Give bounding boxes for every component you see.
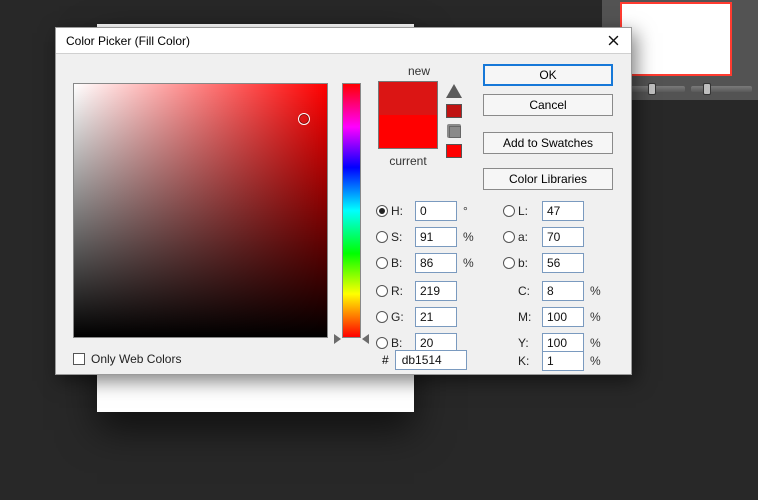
- input-bb[interactable]: [542, 253, 584, 273]
- ok-button[interactable]: OK: [483, 64, 613, 86]
- input-l[interactable]: [542, 201, 584, 221]
- color-preview: [378, 81, 438, 149]
- dialog-content: new current OK Cancel Add to Swatches Co…: [56, 54, 631, 374]
- hash-label: #: [382, 353, 389, 367]
- label-s: S:: [391, 230, 409, 244]
- mini-slider-track[interactable]: [624, 86, 685, 92]
- unit-pct-y: %: [590, 336, 606, 350]
- hue-pointer-left-icon[interactable]: [334, 334, 341, 344]
- mini-slider-track-2[interactable]: [691, 86, 752, 92]
- saturation-value-field[interactable]: [73, 83, 328, 338]
- label-l: L:: [518, 204, 536, 218]
- input-m[interactable]: [542, 307, 584, 327]
- websafe-corrected-swatch[interactable]: [446, 144, 462, 158]
- mini-slider-thumb-2[interactable]: [703, 83, 711, 95]
- row-l: L:: [503, 200, 584, 222]
- input-c[interactable]: [542, 281, 584, 301]
- radio-g[interactable]: [376, 311, 388, 323]
- only-web-colors-checkbox[interactable]: [73, 353, 85, 365]
- dialog-title: Color Picker (Fill Color): [66, 34, 190, 48]
- row-r: R:: [376, 280, 457, 302]
- label-g: G:: [391, 310, 409, 324]
- unit-deg: °: [463, 204, 479, 218]
- mini-slider-thumb[interactable]: [648, 83, 656, 95]
- hex-row: #: [382, 350, 467, 370]
- input-k[interactable]: [542, 351, 584, 371]
- color-picker-dialog: Color Picker (Fill Color) new current OK…: [55, 27, 632, 375]
- unit-pct-c: %: [590, 284, 606, 298]
- current-color-label: current: [378, 154, 438, 168]
- radio-l[interactable]: [503, 205, 515, 217]
- close-button[interactable]: [603, 31, 623, 51]
- only-web-colors-row: Only Web Colors: [73, 352, 181, 366]
- color-libraries-button[interactable]: Color Libraries: [483, 168, 613, 190]
- add-to-swatches-button[interactable]: Add to Swatches: [483, 132, 613, 154]
- row-g: G:: [376, 306, 457, 328]
- radio-bb[interactable]: [503, 257, 515, 269]
- current-color-swatch[interactable]: [379, 115, 437, 148]
- row-c: C: %: [518, 280, 606, 302]
- label-m: M:: [518, 310, 536, 324]
- unit-pct-b: %: [463, 256, 479, 270]
- warning-stack: [443, 84, 465, 158]
- new-color-label: new: [394, 64, 444, 78]
- input-a[interactable]: [542, 227, 584, 247]
- unit-pct-s: %: [463, 230, 479, 244]
- close-icon: [608, 35, 619, 46]
- sv-cursor[interactable]: [298, 113, 310, 125]
- websafe-warning-icon[interactable]: [447, 124, 461, 138]
- cancel-button[interactable]: Cancel: [483, 94, 613, 116]
- input-g[interactable]: [415, 307, 457, 327]
- label-b: B:: [391, 336, 409, 350]
- label-r: R:: [391, 284, 409, 298]
- gamut-corrected-swatch[interactable]: [446, 104, 462, 118]
- label-bb: b:: [518, 256, 536, 270]
- label-c: C:: [518, 284, 536, 298]
- gamut-warning-icon[interactable]: [446, 84, 462, 98]
- radio-b[interactable]: [376, 337, 388, 349]
- radio-bv[interactable]: [376, 257, 388, 269]
- row-m: M: %: [518, 306, 606, 328]
- input-s[interactable]: [415, 227, 457, 247]
- row-bv: B: %: [376, 252, 479, 274]
- radio-a[interactable]: [503, 231, 515, 243]
- label-a: a:: [518, 230, 536, 244]
- row-bb: b:: [503, 252, 584, 274]
- unit-pct-m: %: [590, 310, 606, 324]
- label-h: H:: [391, 204, 409, 218]
- label-k: K:: [518, 354, 536, 368]
- input-bv[interactable]: [415, 253, 457, 273]
- radio-r[interactable]: [376, 285, 388, 297]
- titlebar[interactable]: Color Picker (Fill Color): [56, 28, 631, 54]
- unit-pct-k: %: [590, 354, 606, 368]
- hue-slider[interactable]: [342, 83, 361, 338]
- input-r[interactable]: [415, 281, 457, 301]
- panel-swatch: [620, 2, 732, 76]
- label-y: Y:: [518, 336, 536, 350]
- new-color-swatch: [379, 82, 437, 115]
- label-bv: B:: [391, 256, 409, 270]
- row-h: H: °: [376, 200, 479, 222]
- input-hex[interactable]: [395, 350, 467, 370]
- row-a: a:: [503, 226, 584, 248]
- input-h[interactable]: [415, 201, 457, 221]
- only-web-colors-label: Only Web Colors: [91, 352, 181, 366]
- row-k: K: %: [518, 350, 606, 372]
- radio-s[interactable]: [376, 231, 388, 243]
- row-s: S: %: [376, 226, 479, 248]
- radio-h[interactable]: [376, 205, 388, 217]
- hue-pointer-right-icon[interactable]: [362, 334, 369, 344]
